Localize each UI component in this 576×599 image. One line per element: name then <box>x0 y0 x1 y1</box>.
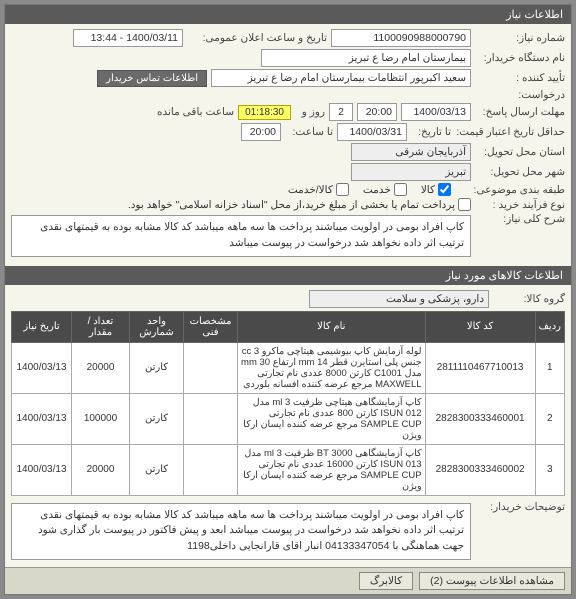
class-label: طبقه بندی موضوعی: <box>455 184 565 196</box>
form-area: شماره نیاز: 1100090988000790 تاریخ و ساع… <box>5 24 571 264</box>
goods-check-input[interactable] <box>438 183 451 196</box>
class-both-checkbox[interactable]: کالا/خدمت <box>288 183 349 196</box>
table-row[interactable]: 2 2828300333460001 کاپ آزمایشگاهی هیتاچی… <box>12 393 565 444</box>
city-label: شهر محل تحویل: <box>475 166 565 178</box>
col-unit: واحد شمارش <box>130 311 184 342</box>
valid-date-label: تا تاریخ: <box>411 126 451 138</box>
buy-type-label: نوع فرآیند خرید : <box>475 199 565 211</box>
cell-name: کاپ آزمایشگاهی هیتاچی ظرفیت 3 ml مدل ISU… <box>238 393 426 444</box>
confirmer-value: سعید اکبرپور انتظامات بیمارستان امام رضا… <box>211 69 471 87</box>
days-value: 2 <box>329 103 353 121</box>
buyer-notes-box: کاپ افراد بومی در اولویت میباشند پرداخت … <box>11 503 471 560</box>
cell-idx: 2 <box>535 393 564 444</box>
panel-header: اطلاعات نیاز <box>5 5 571 24</box>
class-service-checkbox[interactable]: خدمت <box>363 183 407 196</box>
col-date: تاریخ نیاز <box>12 311 72 342</box>
cell-idx: 3 <box>535 444 564 495</box>
table-header-row: ردیف کد کالا نام کالا مشخصات فنی واحد شم… <box>12 311 565 342</box>
request-label: درخواست: <box>475 89 565 101</box>
view-attachments-button[interactable]: مشاهده اطلاعات پیوست (2) <box>419 572 565 590</box>
cell-qty: 100000 <box>72 393 130 444</box>
group-label: گروه کالا: <box>493 293 565 305</box>
need-no-label: شماره نیاز: <box>475 32 565 44</box>
goods-check-label: کالا <box>421 184 435 196</box>
service-check-label: خدمت <box>363 184 391 196</box>
confirmer-label: تأیید کننده : <box>475 72 565 84</box>
cell-spec <box>184 444 238 495</box>
need-no-value: 1100090988000790 <box>331 29 471 47</box>
main-panel: اطلاعات نیاز شماره نیاز: 110009098800079… <box>4 4 572 595</box>
cell-unit: کارتن <box>130 393 184 444</box>
deadline-time: 20:00 <box>357 103 397 121</box>
valid-date: 1400/03/31 <box>337 123 407 141</box>
items-table: ردیف کد کالا نام کالا مشخصات فنی واحد شم… <box>11 311 565 496</box>
cell-date: 1400/03/13 <box>12 393 72 444</box>
main-desc-label: شرح کلی نیاز: <box>475 213 565 225</box>
col-idx: ردیف <box>535 311 564 342</box>
buyer-notes-label: توضیحات خریدار: <box>475 501 565 513</box>
cell-date: 1400/03/13 <box>12 444 72 495</box>
cell-unit: کارتن <box>130 444 184 495</box>
both-check-label: کالا/خدمت <box>288 184 333 196</box>
cell-code: 2811110467710013 <box>425 342 535 393</box>
kalibarg-button[interactable]: کالابرگ <box>359 572 413 590</box>
cell-unit: کارتن <box>130 342 184 393</box>
footer-bar: مشاهده اطلاعات پیوست (2) کالابرگ <box>5 567 571 594</box>
cell-qty: 20000 <box>72 342 130 393</box>
cell-idx: 1 <box>535 342 564 393</box>
contact-button[interactable]: اطلاعات تماس خریدار <box>97 70 207 87</box>
valid-time: 20:00 <box>241 123 281 141</box>
both-check-input[interactable] <box>336 183 349 196</box>
items-header: اطلاعات کالاهای مورد نیاز <box>5 266 571 285</box>
col-code: کد کالا <box>425 311 535 342</box>
cell-qty: 20000 <box>72 444 130 495</box>
valid-label: حداقل تاریخ اعتبار قیمت: <box>455 126 565 138</box>
cell-spec <box>184 393 238 444</box>
remain-label: ساعت باقی مانده <box>157 106 234 118</box>
group-value: دارو، پزشکی و سلامت <box>309 290 489 308</box>
service-check-input[interactable] <box>394 183 407 196</box>
table-row[interactable]: 3 2828300333460002 کاپ آزمایشگاهی BT 300… <box>12 444 565 495</box>
cell-code: 2828300333460002 <box>425 444 535 495</box>
valid-time-label: تا ساعت: <box>285 126 333 138</box>
col-qty: تعداد / مقدار <box>72 311 130 342</box>
buy-type-check-input[interactable] <box>458 198 471 211</box>
city-value: تبریز <box>351 163 471 181</box>
main-desc-box: کاپ افراد بومی در اولویت میباشند پرداخت … <box>11 215 471 257</box>
cell-date: 1400/03/13 <box>12 342 72 393</box>
cell-spec <box>184 342 238 393</box>
col-name: نام کالا <box>238 311 426 342</box>
table-row[interactable]: 1 2811110467710013 لوله آزمایش کاپ بیوشی… <box>12 342 565 393</box>
announce-label: تاریخ و ساعت اعلان عمومی: <box>187 32 327 44</box>
buy-type-note: پرداخت تمام یا بخشی از مبلغ خرید،از محل … <box>128 199 455 211</box>
cell-name: کاپ آزمایشگاهی BT 3000 ظرفیت 3 ml مدل IS… <box>238 444 426 495</box>
device-value: بیمارستان امام رضا ع تبریز <box>261 49 471 67</box>
deadline-label: مهلت ارسال پاسخ: <box>475 106 565 118</box>
deadline-date: 1400/03/13 <box>401 103 471 121</box>
cell-name: لوله آزمایش کاپ بیوشیمی هیتاچی ماکرو 3 c… <box>238 342 426 393</box>
col-spec: مشخصات فنی <box>184 311 238 342</box>
device-label: نام دستگاه خریدار: <box>475 52 565 64</box>
delivery-label: استان محل تحویل: <box>475 146 565 158</box>
class-goods-checkbox[interactable]: کالا <box>421 183 451 196</box>
announce-value: 1400/03/11 - 13:44 <box>73 29 183 47</box>
cell-code: 2828300333460001 <box>425 393 535 444</box>
countdown-timer: 01:18:30 <box>238 105 291 120</box>
buy-type-checkbox[interactable]: پرداخت تمام یا بخشی از مبلغ خرید،از محل … <box>128 198 471 211</box>
days-label: روز و <box>295 106 325 118</box>
delivery-value: آذربایجان شرقی <box>351 143 471 161</box>
